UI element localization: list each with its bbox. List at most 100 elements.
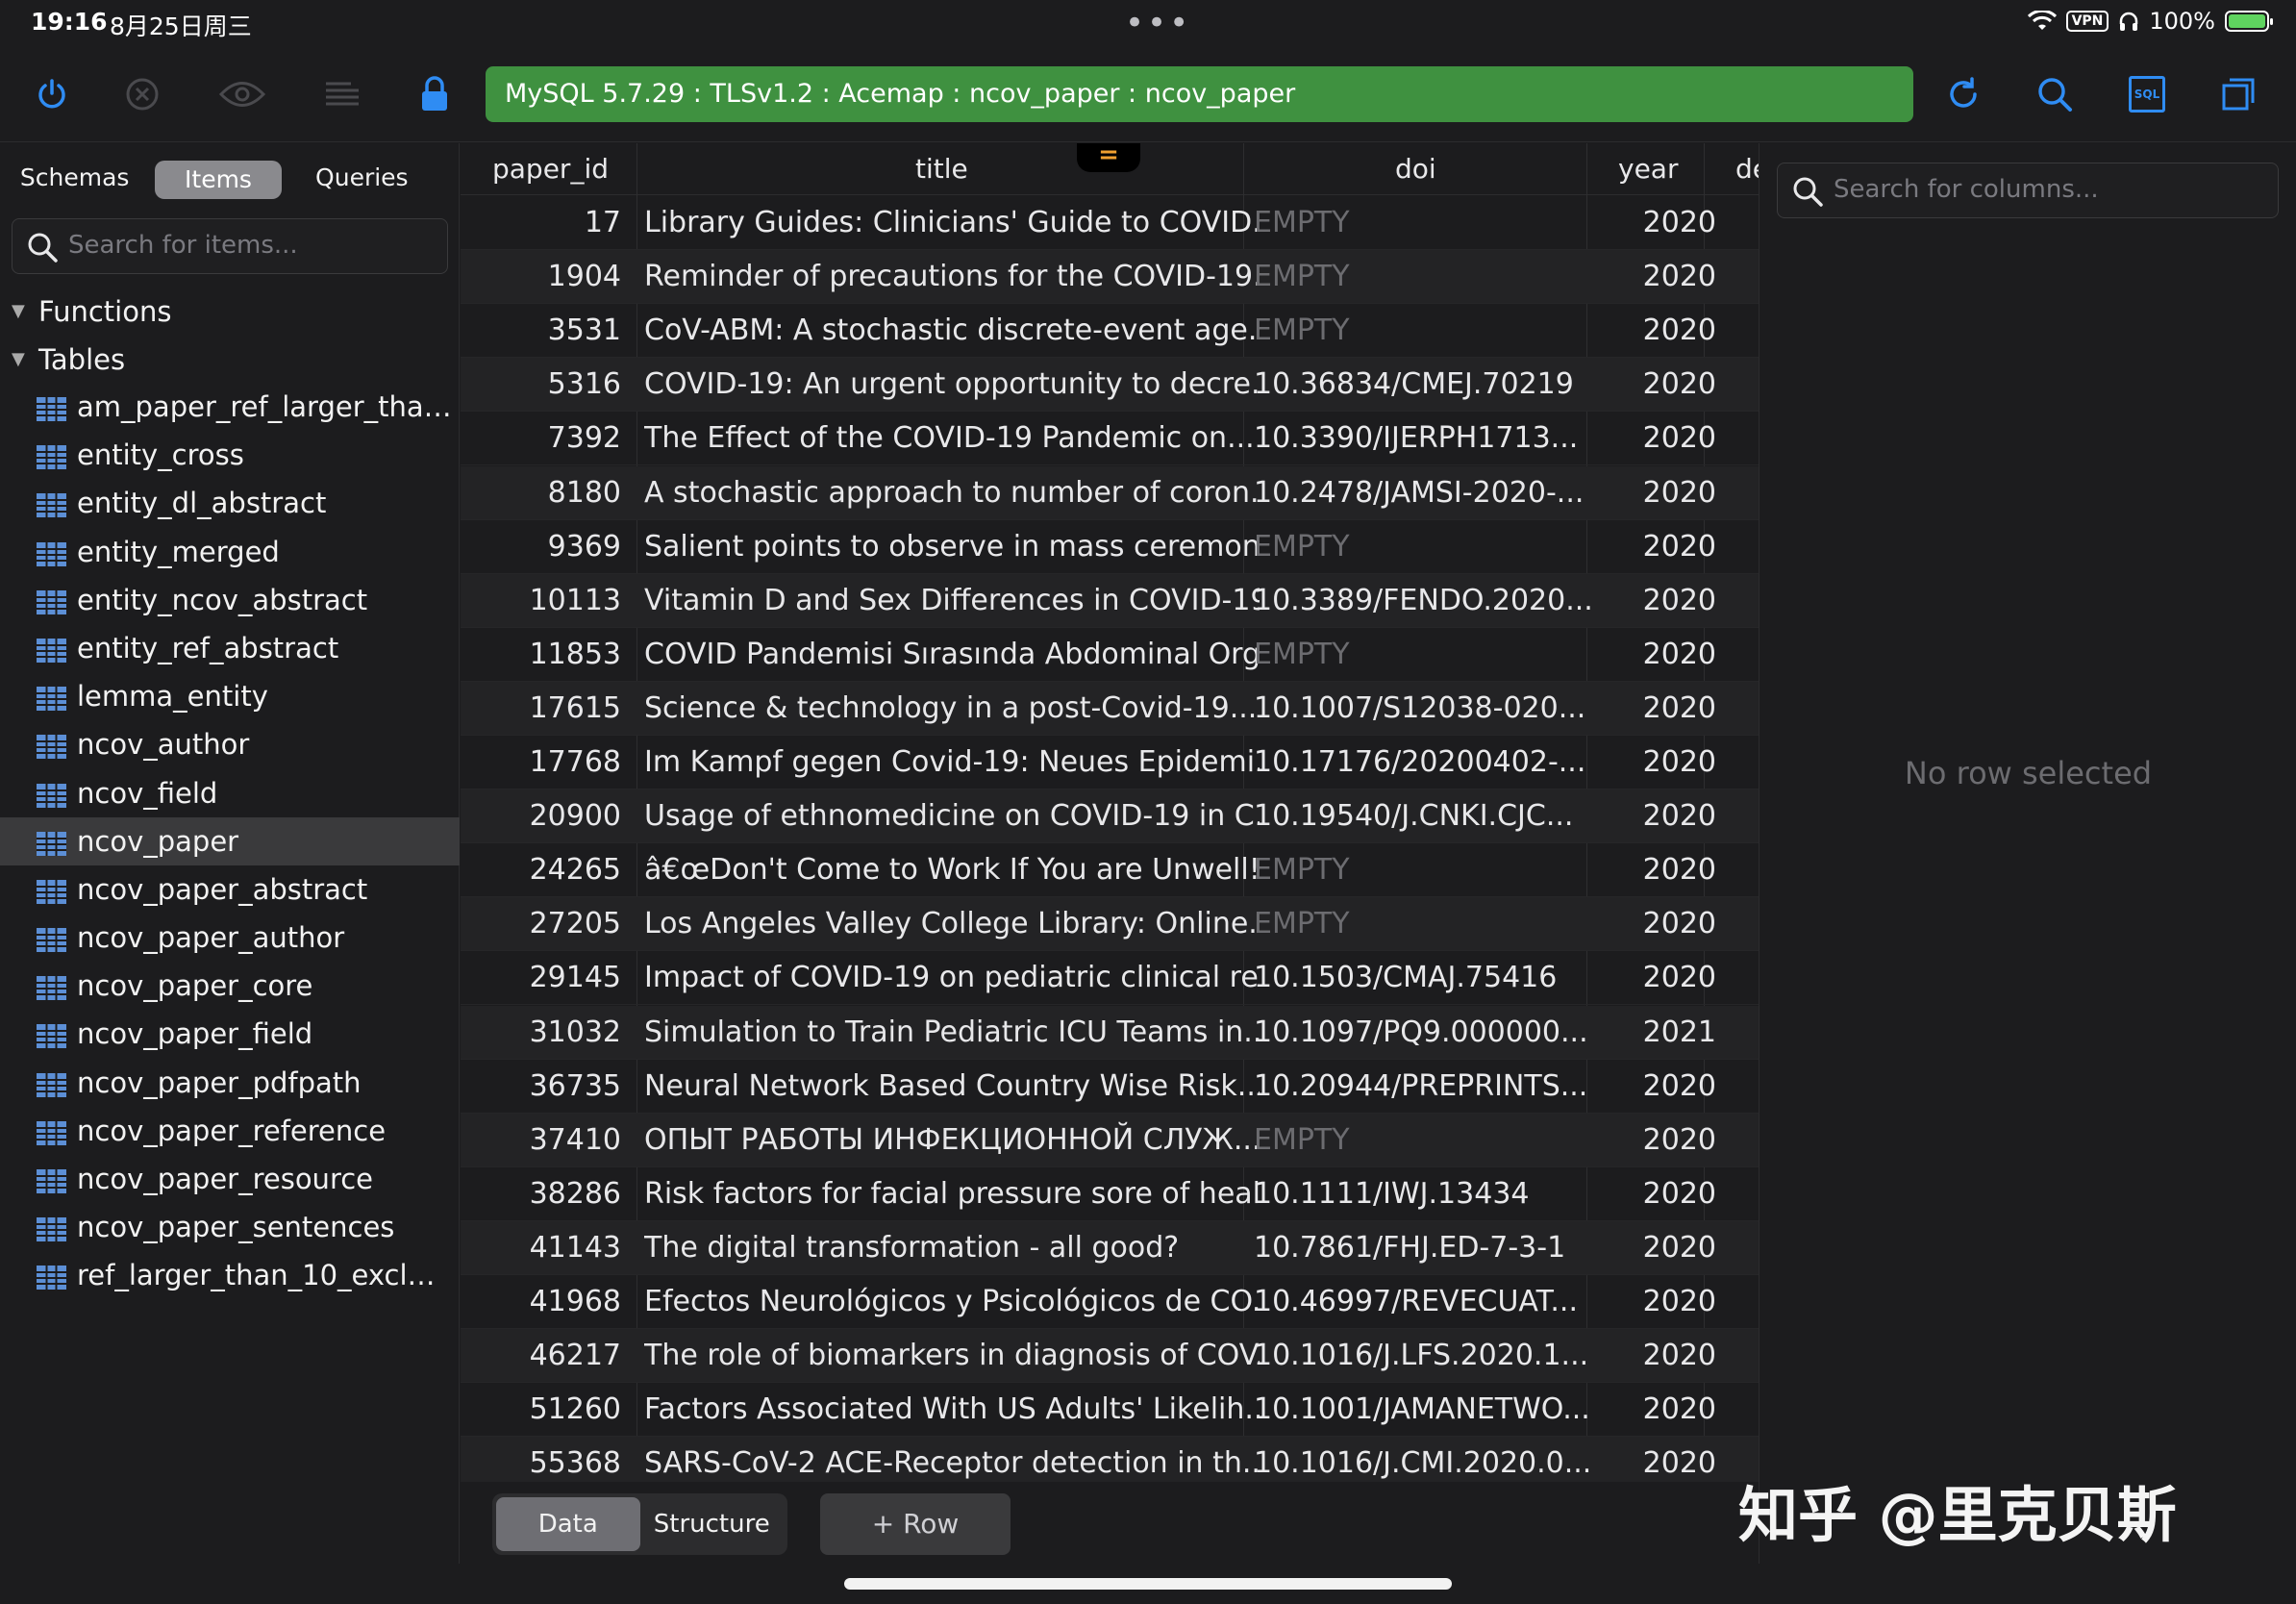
cell-year[interactable]: 2020 <box>1626 196 1718 250</box>
column-header-year[interactable]: year <box>1618 143 1678 195</box>
cell-title[interactable]: COVID Pandemisi Sırasında Abdominal Org.… <box>644 628 1260 682</box>
sidebar-table-item[interactable]: entity_merged <box>0 528 460 576</box>
tab-schemas[interactable]: Schemas <box>12 159 137 201</box>
cell-doi[interactable]: EMPTY <box>1254 1114 1629 1167</box>
cell-title[interactable]: A stochastic approach to number of coron… <box>644 466 1260 520</box>
table-row[interactable]: 41968 Efectos Neurológicos y Psicológicos… <box>461 1275 1759 1330</box>
table-row[interactable]: 55368 SARS-CoV-2 ACE-Receptor detection i… <box>461 1437 1759 1482</box>
power-icon[interactable] <box>23 67 81 121</box>
sidebar-table-item[interactable]: ncov_paper_author <box>0 914 460 962</box>
sidebar-table-item[interactable]: ncov_paper_pdfpath <box>0 1059 460 1107</box>
table-row[interactable]: 3531 CoV-ABM: A stochastic discrete-event… <box>461 304 1759 359</box>
table-row[interactable]: 17 Library Guides: Clinicians' Guide to C… <box>461 196 1759 251</box>
sidebar-table-item[interactable]: ncov_paper_resource <box>0 1155 460 1203</box>
cell-paper-id[interactable]: 29145 <box>461 951 629 1005</box>
cell-paper-id[interactable]: 1904 <box>461 250 629 304</box>
cell-year[interactable]: 2020 <box>1626 736 1718 789</box>
cell-title[interactable]: Reminder of precautions for the COVID-19… <box>644 250 1260 304</box>
table-row[interactable]: 27205 Los Angeles Valley College Library:… <box>461 897 1759 952</box>
lock-icon[interactable] <box>406 67 463 121</box>
cell-paper-id[interactable]: 3531 <box>461 304 629 358</box>
cell-year[interactable]: 2020 <box>1626 574 1718 628</box>
cell-title[interactable]: Im Kampf gegen Covid-19: Neues Epidemi..… <box>644 736 1260 789</box>
sidebar-table-item[interactable]: entity_cross <box>0 431 460 479</box>
tab-items[interactable]: Items <box>155 161 282 199</box>
cell-title[interactable]: â€œDon't Come to Work If You are Unwell!… <box>644 843 1260 897</box>
drag-handle[interactable]: = <box>1077 143 1140 172</box>
sidebar-table-item[interactable]: ncov_paper_sentences <box>0 1203 460 1251</box>
sidebar-table-item[interactable]: entity_ref_abstract <box>0 624 460 672</box>
cell-doi[interactable]: 10.20944/PREPRINTS... <box>1254 1060 1629 1114</box>
cell-year[interactable]: 2020 <box>1626 1437 1718 1482</box>
cell-year[interactable]: 2020 <box>1626 843 1718 897</box>
cell-title[interactable]: Library Guides: Clinicians' Guide to COV… <box>644 196 1260 250</box>
cell-paper-id[interactable]: 8180 <box>461 466 629 520</box>
cell-paper-id[interactable]: 38286 <box>461 1167 629 1221</box>
connection-bar[interactable]: MySQL 5.7.29 : TLSv1.2 : Acemap : ncov_p… <box>486 66 1913 122</box>
group-tables[interactable]: ▼ Tables <box>0 338 460 382</box>
cell-year[interactable]: 2020 <box>1626 304 1718 358</box>
cell-year[interactable]: 2020 <box>1626 1060 1718 1114</box>
cell-year[interactable]: 2020 <box>1626 682 1718 736</box>
cell-title[interactable]: Los Angeles Valley College Library: Onli… <box>644 897 1260 951</box>
table-row[interactable]: 17615 Science & technology in a post-Covi… <box>461 681 1759 736</box>
sidebar-table-item[interactable]: ncov_field <box>0 769 460 817</box>
cell-title[interactable]: Usage of ethnomedicine on COVID-19 in C.… <box>644 789 1260 843</box>
sidebar-table-item[interactable]: lemma_entity <box>0 672 460 720</box>
cell-paper-id[interactable]: 17768 <box>461 736 629 789</box>
cell-year[interactable]: 2020 <box>1626 466 1718 520</box>
columns-search-input[interactable]: Search for columns... <box>1777 163 2279 218</box>
table-row[interactable]: 37410 ОПЫТ РАБОТЫ ИНФЕКЦИОННОЙ СЛУЖ... EMP… <box>461 1113 1759 1167</box>
cell-year[interactable]: 2020 <box>1626 1383 1718 1437</box>
sidebar-table-item[interactable]: entity_ncov_abstract <box>0 576 460 624</box>
cell-doi[interactable]: EMPTY <box>1254 250 1629 304</box>
cell-title[interactable]: CoV-ABM: A stochastic discrete-event age… <box>644 304 1260 358</box>
column-header-partial[interactable]: de <box>1735 143 1759 195</box>
tab-data[interactable]: Data <box>496 1497 640 1551</box>
cell-title[interactable]: Risk factors for facial pressure sore of… <box>644 1167 1260 1221</box>
cell-paper-id[interactable]: 46217 <box>461 1329 629 1383</box>
cell-doi[interactable]: 10.7861/FHJ.ED-7-3-1 <box>1254 1221 1629 1275</box>
table-row[interactable]: 8180 A stochastic approach to number of c… <box>461 465 1759 520</box>
multitasking-dots[interactable]: ••• <box>1125 4 1191 42</box>
table-row[interactable]: 51260 Factors Associated With US Adults' … <box>461 1383 1759 1438</box>
cell-paper-id[interactable]: 17 <box>461 196 629 250</box>
cell-paper-id[interactable]: 31032 <box>461 1006 629 1060</box>
table-row[interactable]: 5316 COVID-19: An urgent opportunity to d… <box>461 358 1759 413</box>
cell-paper-id[interactable]: 5316 <box>461 358 629 412</box>
column-header-paper-id[interactable]: paper_id <box>492 143 609 195</box>
items-search-input[interactable]: Search for items... <box>12 218 448 274</box>
cell-year[interactable]: 2020 <box>1626 1167 1718 1221</box>
cell-doi[interactable]: 10.1007/S12038-020... <box>1254 682 1629 736</box>
cell-paper-id[interactable]: 27205 <box>461 897 629 951</box>
cell-year[interactable]: 2020 <box>1626 1329 1718 1383</box>
cell-title[interactable]: Science & technology in a post-Covid-19.… <box>644 682 1260 736</box>
table-row[interactable]: 1904 Reminder of precautions for the COVI… <box>461 250 1759 305</box>
table-row[interactable]: 46217 The role of biomarkers in diagnosis… <box>461 1329 1759 1384</box>
tab-queries[interactable]: Queries <box>299 159 425 201</box>
cell-title[interactable]: Factors Associated With US Adults' Likel… <box>644 1383 1260 1437</box>
table-row[interactable]: 36735 Neural Network Based Country Wise R… <box>461 1060 1759 1114</box>
sidebar-table-item[interactable]: ncov_paper_abstract <box>0 865 460 914</box>
cell-title[interactable]: The role of biomarkers in diagnosis of C… <box>644 1329 1260 1383</box>
cell-doi[interactable]: 10.17176/20200402-... <box>1254 736 1629 789</box>
cell-doi[interactable]: 10.3389/FENDO.2020... <box>1254 574 1629 628</box>
cell-doi[interactable]: 10.46997/REVECUAT... <box>1254 1275 1629 1329</box>
cell-doi[interactable]: EMPTY <box>1254 196 1629 250</box>
cell-year[interactable]: 2020 <box>1626 520 1718 574</box>
sidebar-table-item[interactable]: am_paper_ref_larger_than... <box>0 383 460 431</box>
cell-year[interactable]: 2020 <box>1626 250 1718 304</box>
cell-year[interactable]: 2021 <box>1626 1006 1718 1060</box>
cell-doi[interactable]: EMPTY <box>1254 897 1629 951</box>
cell-paper-id[interactable]: 41143 <box>461 1221 629 1275</box>
sidebar-table-item[interactable]: ncov_paper <box>0 816 460 865</box>
column-header-doi[interactable]: doi <box>1395 143 1436 195</box>
home-indicator[interactable] <box>844 1578 1452 1590</box>
sidebar-table-item[interactable]: ncov_paper_core <box>0 962 460 1010</box>
cell-paper-id[interactable]: 10113 <box>461 574 629 628</box>
cell-paper-id[interactable]: 37410 <box>461 1114 629 1167</box>
cell-paper-id[interactable]: 36735 <box>461 1060 629 1114</box>
cell-year[interactable]: 2020 <box>1626 1221 1718 1275</box>
table-row[interactable]: 20900 Usage of ethnomedicine on COVID-19 … <box>461 789 1759 844</box>
cell-title[interactable]: SARS-CoV-2 ACE-Receptor detection in th.… <box>644 1437 1260 1482</box>
